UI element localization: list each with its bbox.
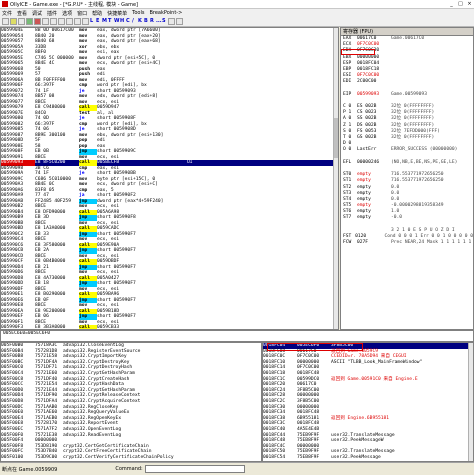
- menu-breakpoint[interactable]: BreakPoint->: [149, 10, 182, 16]
- toolbar-w-button[interactable]: W: [114, 18, 120, 25]
- register-row[interactable]: FCW 027F Prec NEAR,24 Mask 1 1 1 1 1 1: [341, 240, 473, 246]
- toolbar-slash-button[interactable]: /: [132, 18, 137, 25]
- close-file-icon[interactable]: [18, 18, 25, 25]
- stack-value: 75EB8F9F: [297, 454, 320, 460]
- minimize-button[interactable]: _: [447, 1, 456, 7]
- disasm-comment: UI: [187, 160, 193, 165]
- menu-options[interactable]: 选项: [62, 10, 72, 17]
- maximize-button[interactable]: □: [456, 1, 465, 7]
- menu-help[interactable]: 帮助: [92, 10, 102, 17]
- cpu-rows: 0059904E 8B 0D 00617C00 mov eax, dword ptr …: [1, 28, 338, 329]
- menu-shortcut[interactable]: 快捷菜单: [107, 10, 127, 17]
- toolbar-m-button[interactable]: M: [102, 18, 107, 25]
- goto-icon[interactable]: [82, 18, 89, 25]
- help-icon[interactable]: [176, 18, 183, 25]
- register-comment: (NO,NB,E,BE,NS,PE,GE,LE): [391, 159, 458, 165]
- window-title: OllyICE - Game.exe - [*G.P.U* - 主线程, 模块 …: [10, 1, 138, 8]
- dump-text: advapi32.ReadEventLog: [63, 432, 122, 438]
- step-into-icon[interactable]: [42, 18, 49, 25]
- dump-rows: 005F00B0 75718A3C advapi32.CloseEventLog 00…: [1, 343, 261, 460]
- execute-till-return-icon[interactable]: [74, 18, 81, 25]
- menu-bar: 文件 查看 调试 插件 选项 窗口 帮助 快捷菜单 Tools BreakPoi…: [0, 9, 474, 17]
- menu-window[interactable]: 窗口: [77, 10, 87, 17]
- register-comment: Game.00617C0: [391, 36, 425, 41]
- stack-address: 0018FC54: [263, 454, 286, 460]
- toolbar-h-button[interactable]: H: [120, 18, 125, 25]
- info-line: 005EC6E0=005EC6F0: [3, 331, 51, 336]
- step-over-icon[interactable]: [50, 18, 57, 25]
- open-icon[interactable]: [2, 18, 9, 25]
- register-highlight-box: [341, 49, 375, 55]
- options-icon[interactable]: [168, 18, 175, 25]
- toolbar-e-button[interactable]: E: [96, 18, 101, 25]
- menu-debug[interactable]: 调试: [32, 10, 42, 17]
- stack-comment: 返回到 Engine.6B955181: [331, 415, 390, 421]
- register-value[interactable]: 027F: [357, 240, 391, 246]
- trace-over-icon[interactable]: [66, 18, 73, 25]
- restart-icon[interactable]: [10, 18, 17, 25]
- toolbar-r-button[interactable]: R: [150, 18, 155, 25]
- pause-icon[interactable]: [34, 18, 41, 25]
- toolbar-b-button[interactable]: B: [144, 18, 149, 25]
- trace-into-icon[interactable]: [58, 18, 65, 25]
- stack-highlight-box: [267, 343, 363, 351]
- toolbar-s-button[interactable]: S: [162, 18, 167, 25]
- stack-rows: 0018FC04 005EC6F0 3F8B5C00 0018FC08 00617C0 返…: [263, 343, 473, 460]
- registers-body: EAX 00617C0 Game.00617C0 ECX 0F7C0C00 EDX 0F7C…: [341, 36, 473, 246]
- toolbar: L E M T W H C / K B R ... S: [0, 17, 474, 27]
- register-comment: Prec NEAR,24 Mask 1 1 1 1 1 1: [391, 240, 472, 246]
- stack-comment: user32.PeekMessage: [331, 454, 381, 460]
- stack-row[interactable]: 0018FC54 75EB8F9F user32.PeekMessage: [263, 455, 473, 461]
- toolbar-k-button[interactable]: K: [138, 18, 143, 25]
- register-comment: Game.00599093: [391, 91, 427, 97]
- stack-scrollbar[interactable]: [468, 343, 473, 461]
- stack-comment: ASCII "TLBB_Look_MainFrameWindow": [331, 359, 423, 365]
- stack-comment: user32.PeekMessageW: [331, 438, 384, 444]
- cpu-disassembly-pane[interactable]: 0059904E 8B 0D 00617C00 mov eax, dword ptr …: [0, 27, 339, 330]
- register-name: FCW: [343, 240, 352, 246]
- title-bar: OllyICE - Game.exe - [*G.P.U* - 主线程, 模块 …: [0, 0, 474, 9]
- app-icon: [2, 1, 8, 7]
- window-controls: _ □ ×: [447, 1, 474, 7]
- run-icon[interactable]: [26, 18, 33, 25]
- dump-row[interactable]: 005F0100 753D9C00 crypt32.CertVerifyCertif…: [1, 455, 261, 461]
- dump-value: 753D9C00: [35, 454, 58, 460]
- cpu-scrollbar-thumb[interactable]: [334, 118, 338, 158]
- menu-view[interactable]: 查看: [17, 10, 27, 17]
- menu-file[interactable]: 文件: [2, 10, 12, 17]
- toolbar-c-button[interactable]: C: [126, 18, 131, 25]
- register-comment: 32位 0(FFFFFFFF): [391, 135, 435, 140]
- status-text: 断点在 Game.0059909: [2, 466, 58, 473]
- registers-pane[interactable]: 寄存器 (FPU) EAX 00617C0 Game.00617C0 ECX 0F7C0…: [340, 27, 474, 330]
- registers-header[interactable]: 寄存器 (FPU): [341, 28, 473, 36]
- menu-plugins[interactable]: 插件: [47, 10, 57, 17]
- toolbar-dots-button[interactable]: ...: [156, 18, 162, 25]
- toolbar-t-button[interactable]: T: [108, 18, 113, 25]
- command-input[interactable]: [144, 465, 245, 473]
- close-button[interactable]: ×: [465, 1, 474, 7]
- register-rows: EAX 00617C0 Game.00617C0 ECX 0F7C0C00 EDX 0F7C…: [341, 36, 473, 246]
- register-comment: -0.0: [391, 215, 403, 221]
- dump-text: crypt32.CertVerifyCertificateChainPolicy: [63, 454, 174, 460]
- dump-address: 005F0100: [1, 454, 24, 460]
- stack-pane[interactable]: 0018FC04 005EC6F0 3F8B5C00 0018FC08 00617C0 返…: [262, 342, 474, 462]
- stack-comment: 返回到 Game.00591C0 来自 Engine.E: [331, 376, 418, 382]
- toolbar-l-button[interactable]: L: [90, 18, 95, 25]
- status-bar: 断点在 Game.0059909 Command:: [0, 462, 474, 475]
- menu-tools[interactable]: Tools: [132, 10, 144, 16]
- info-pane: 005EC6E0=005EC6F0: [0, 330, 474, 342]
- cpu-scrollbar[interactable]: [333, 28, 338, 329]
- register-comment: ERROR_SUCCESS (00000000): [391, 147, 458, 153]
- command-label: Command:: [115, 466, 143, 472]
- memory-dump-pane[interactable]: 005F00B0 75718A3C advapi32.CloseEventLog 00…: [0, 342, 262, 462]
